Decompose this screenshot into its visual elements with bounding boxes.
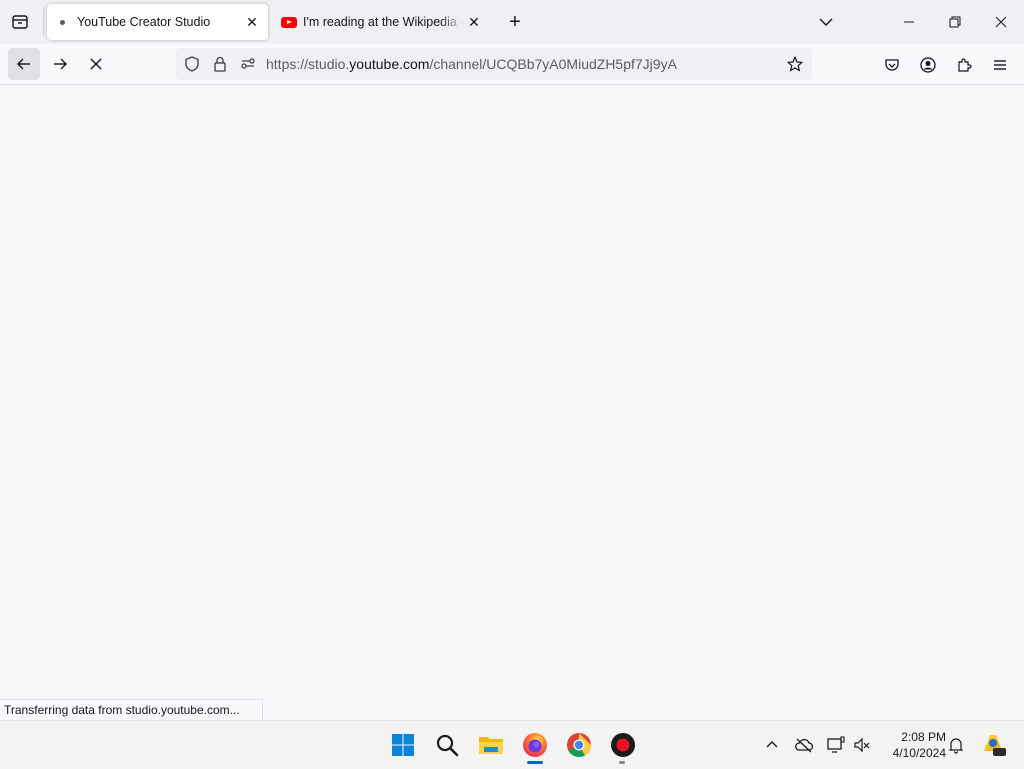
display-icon[interactable] [826, 735, 846, 755]
clock-date: 4/10/2024 [892, 746, 946, 760]
running-app-indicator [619, 761, 625, 764]
restore-button[interactable] [932, 0, 978, 44]
system-clock[interactable]: 2:08 PM 4/10/2024 [874, 729, 946, 761]
address-bar[interactable]: https://studio.youtube.com/channel/UCQBb… [176, 48, 812, 80]
windows-start-icon[interactable] [389, 731, 417, 759]
file-explorer-icon[interactable] [477, 731, 505, 759]
tab-list-icon[interactable] [8, 10, 32, 34]
shield-icon[interactable] [182, 54, 202, 74]
account-icon[interactable] [916, 54, 940, 76]
tab-title: I'm reading at the Wikipedia - YouTube [303, 15, 464, 29]
loading-dot-icon [60, 19, 65, 25]
url-prefix: https://studio. [266, 56, 350, 72]
search-icon[interactable] [433, 731, 461, 759]
url-text[interactable]: https://studio.youtube.com/channel/UCQBb… [266, 56, 677, 72]
lock-icon[interactable] [210, 54, 230, 74]
extensions-icon[interactable] [952, 54, 976, 76]
tab-title: YouTube Creator Studio [77, 15, 211, 29]
permissions-icon[interactable] [238, 54, 258, 74]
pocket-icon[interactable] [880, 54, 904, 76]
chevron-up-icon[interactable] [762, 735, 782, 755]
recorder-icon[interactable] [609, 731, 637, 759]
status-panel: Transferring data from studio.youtube.co… [0, 699, 263, 720]
bell-icon[interactable] [946, 735, 966, 755]
close-window-button[interactable] [978, 0, 1024, 44]
tab-divider [43, 8, 44, 36]
menu-icon[interactable] [988, 54, 1012, 76]
chevron-down-icon[interactable] [814, 10, 838, 34]
close-icon[interactable]: ✕ [464, 12, 484, 32]
copilot-icon[interactable] [980, 731, 1006, 757]
tab-youtube-studio[interactable]: YouTube Creator Studio ✕ [47, 4, 268, 40]
taskbar: 2:08 PM 4/10/2024 [0, 720, 1024, 769]
back-arrow-icon[interactable] [8, 48, 40, 80]
minimize-button[interactable] [886, 0, 932, 44]
url-host: youtube.com [349, 56, 430, 72]
star-icon[interactable] [784, 54, 806, 74]
close-icon[interactable]: ✕ [242, 12, 262, 32]
chrome-icon[interactable] [565, 731, 593, 759]
active-app-indicator [527, 761, 543, 764]
tab-youtube-video[interactable]: I'm reading at the Wikipedia - YouTube ✕ [272, 4, 490, 40]
cloud-off-icon[interactable] [794, 735, 814, 755]
page-content [0, 85, 1024, 720]
firefox-icon[interactable] [521, 731, 549, 759]
plus-icon[interactable]: + [503, 10, 527, 34]
url-path: /channel/UCQBb7yA0MiudZH5pf7Jj9yA [429, 56, 677, 72]
tab-strip: YouTube Creator Studio ✕ I'm reading at … [0, 0, 1024, 44]
clock-time: 2:08 PM [901, 730, 946, 744]
sound-icon[interactable] [852, 735, 872, 755]
navigation-toolbar: https://studio.youtube.com/channel/UCQBb… [0, 44, 1024, 85]
youtube-icon [281, 16, 297, 28]
forward-arrow-icon[interactable] [44, 48, 76, 80]
stop-icon[interactable] [80, 48, 112, 80]
